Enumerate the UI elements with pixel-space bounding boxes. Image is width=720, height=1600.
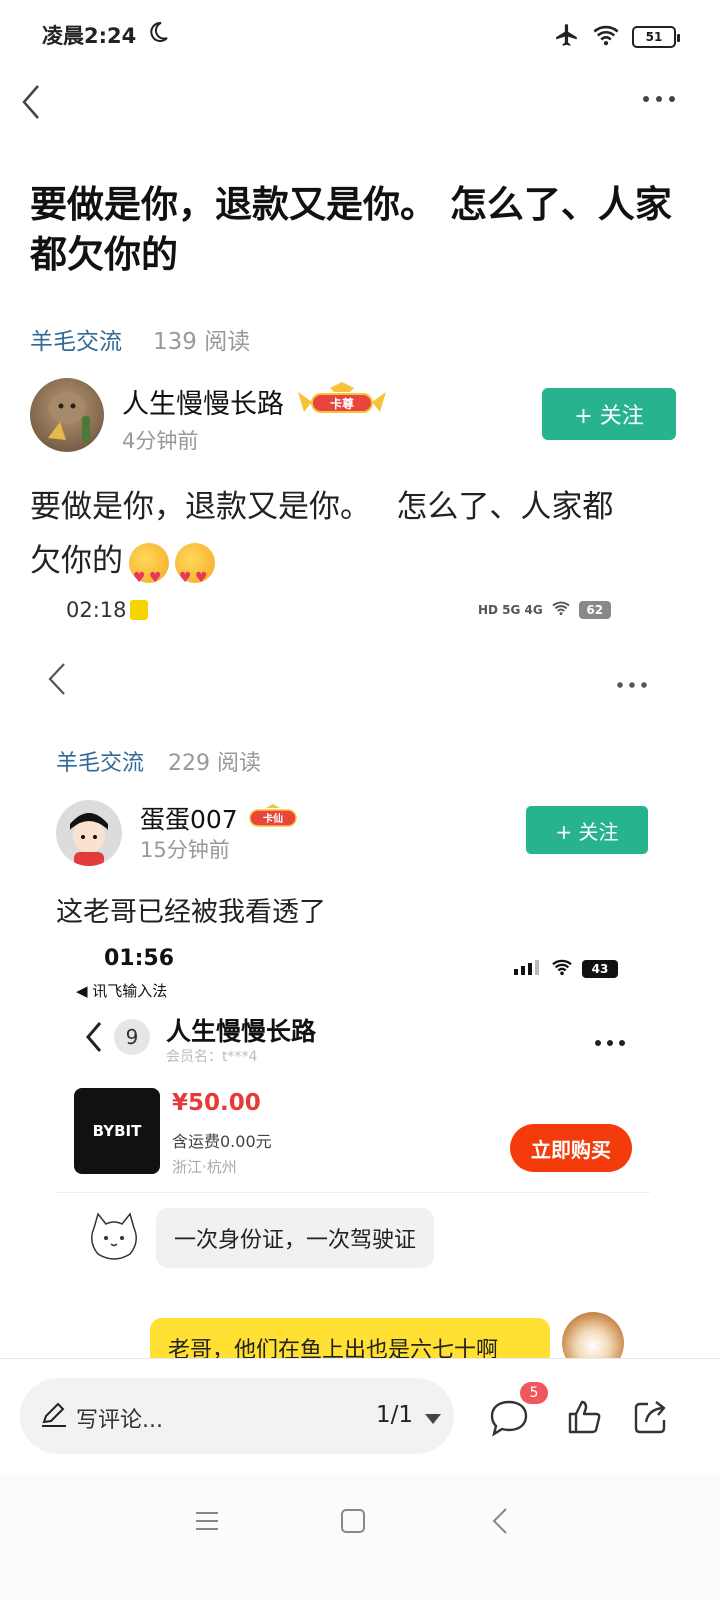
embedded-vip-badge: 卡仙 bbox=[246, 804, 300, 830]
airplane-icon bbox=[554, 22, 580, 52]
dropdown-arrow-icon[interactable] bbox=[424, 1410, 442, 1429]
author-name[interactable]: 人生慢慢长路 bbox=[122, 382, 284, 421]
page-indicator[interactable]: 1/1 bbox=[376, 1402, 413, 1428]
status-icons: 51 bbox=[554, 22, 680, 52]
product-location: 浙江·杭州 bbox=[172, 1158, 237, 1176]
post-body-line2: 欠你的 bbox=[30, 543, 123, 579]
post-time: 4分钟前 bbox=[122, 429, 199, 453]
embedded-more-icon bbox=[616, 674, 648, 693]
chat-contact-name: 人生慢慢长路 bbox=[166, 1017, 317, 1046]
author-avatar[interactable] bbox=[30, 378, 104, 452]
heart-eyes-emoji-icon bbox=[175, 542, 215, 605]
pen-icon bbox=[40, 1400, 68, 1432]
signal-icon bbox=[514, 959, 542, 979]
vip-badge-text: 卡尊 bbox=[330, 396, 354, 411]
battery-indicator: 51 bbox=[632, 26, 680, 48]
embedded-vip-badge-text: 卡仙 bbox=[263, 812, 283, 825]
embedded-author-avatar bbox=[56, 800, 122, 866]
comment-count-badge: 5 bbox=[520, 1382, 548, 1404]
status-time: 凌晨2:24 bbox=[42, 24, 137, 48]
chat-more-icon bbox=[594, 1032, 626, 1051]
back-to-app-label: ◀ 讯飞输入法 bbox=[76, 982, 168, 1000]
post-body-line2-wrap: 欠你的 bbox=[30, 534, 690, 605]
chat-back-icon bbox=[84, 1020, 104, 1058]
back-icon[interactable] bbox=[18, 82, 46, 126]
unread-count-badge: 9 bbox=[114, 1019, 150, 1055]
system-back-icon[interactable] bbox=[490, 1506, 510, 1540]
like-icon[interactable] bbox=[566, 1398, 602, 1440]
network-label: HD 5G 4G bbox=[478, 602, 543, 617]
embedded-status-time: 02:18 bbox=[66, 598, 127, 622]
chat-status-icons: 43 bbox=[514, 958, 618, 980]
embedded-follow-button: + 关注 bbox=[526, 806, 648, 854]
post-title: 要做是你，退款又是你。 怎么了、人家都欠你的 bbox=[30, 183, 672, 276]
share-icon[interactable] bbox=[632, 1398, 670, 1440]
cat-avatar bbox=[84, 1206, 144, 1266]
wifi-icon bbox=[592, 23, 620, 51]
divider bbox=[56, 1192, 650, 1193]
vip-badge: 卡尊 bbox=[294, 382, 390, 418]
follow-button[interactable]: + 关注 bbox=[542, 388, 676, 440]
recent-apps-icon[interactable] bbox=[194, 1508, 220, 1538]
post-body-line1: 要做是你，退款又是你。 怎么了、人家都 bbox=[30, 489, 614, 525]
chat-status-time: 01:56 bbox=[104, 946, 175, 971]
post-body: 要做是你，退款又是你。 怎么了、人家都 欠你的 bbox=[30, 480, 690, 605]
comment-icon[interactable] bbox=[488, 1398, 530, 1442]
embedded-read-count: 229 阅读 bbox=[168, 751, 261, 776]
category-link[interactable]: 羊毛交流 bbox=[30, 322, 122, 356]
embedded-battery: 62 bbox=[578, 600, 611, 619]
embedded-category: 羊毛交流 bbox=[56, 751, 145, 776]
moon-icon bbox=[146, 20, 170, 48]
buy-now-button: 立即购买 bbox=[510, 1124, 632, 1172]
chat-message-received: 一次身份证，一次驾驶证 bbox=[156, 1208, 435, 1268]
embedded-post-time: 15分钟前 bbox=[140, 838, 230, 862]
read-count: 139 阅读 bbox=[153, 329, 251, 355]
embedded-back-icon bbox=[44, 660, 68, 702]
heart-eyes-emoji-icon bbox=[129, 542, 169, 605]
more-icon[interactable] bbox=[642, 88, 676, 107]
product-shipping: 含运费0.00元 bbox=[172, 1132, 272, 1151]
chat-member-id: 会员名：t***4 bbox=[166, 1049, 258, 1065]
embedded-author-name: 蛋蛋007 bbox=[140, 805, 238, 834]
embedded-post-text: 这老哥已经被我看透了 bbox=[56, 897, 326, 928]
wifi-icon bbox=[551, 600, 571, 619]
chat-battery: 43 bbox=[582, 960, 618, 978]
app-notification-icon bbox=[130, 600, 148, 620]
embedded-status-icons: HD 5G 4G 62 bbox=[478, 600, 611, 619]
comment-placeholder[interactable]: 写评论... bbox=[76, 1402, 163, 1434]
product-image: BYBIT bbox=[74, 1088, 160, 1174]
home-icon[interactable] bbox=[340, 1508, 366, 1538]
product-price: ¥50.00 bbox=[172, 1090, 261, 1116]
wifi-icon bbox=[550, 958, 574, 980]
